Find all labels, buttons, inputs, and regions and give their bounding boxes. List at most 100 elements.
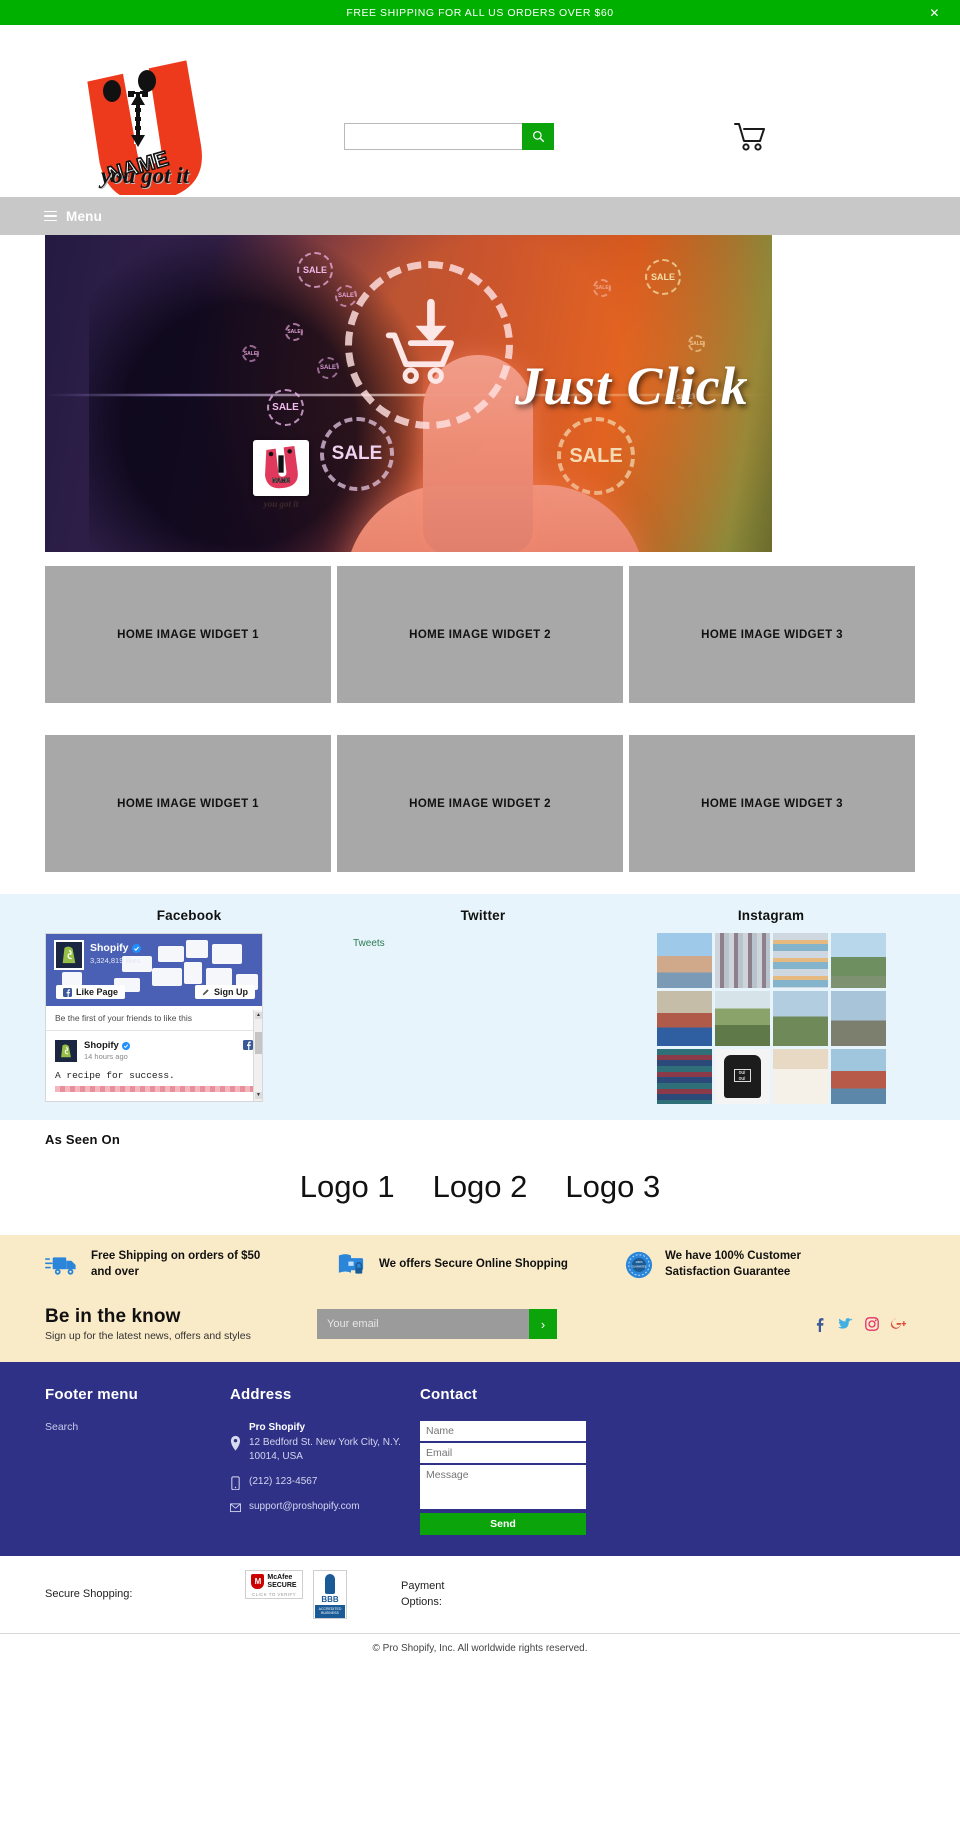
facebook-post-image — [55, 1086, 253, 1092]
hero-banner[interactable]: SALE SALE SALE SALE SALE SALE SALE SALE … — [45, 235, 772, 552]
as-seen-on-section: As Seen On Logo 1 Logo 2 Logo 3 — [0, 1120, 960, 1235]
mcafee-verify-text: CLICK TO VERIFY — [251, 1592, 297, 1598]
hero-headline: Just Click — [515, 356, 749, 416]
partner-logo[interactable]: Logo 3 — [565, 1169, 660, 1205]
logo-tagline: you got it — [100, 163, 190, 188]
menu-toggle-button[interactable]: Menu — [44, 208, 102, 225]
payment-options-label: Payment Options: — [401, 1579, 445, 1609]
mcafee-secure-badge[interactable]: McAfee SECURE CLICK TO VERIFY — [245, 1570, 303, 1600]
facebook-icon — [243, 1040, 253, 1050]
twitter-icon[interactable] — [838, 1317, 853, 1331]
facebook-page-avatar — [54, 940, 84, 970]
instagram-photo[interactable] — [656, 1049, 712, 1104]
facebook-page-name: Shopify — [90, 942, 141, 954]
instagram-grid: oui oui — [627, 933, 915, 1104]
menu-toggle-label: Menu — [66, 208, 103, 224]
feature-satisfaction-guarantee: 100% GUARANTEE We have 100% Customer Sat… — [625, 1249, 915, 1280]
scrollbar-thumb[interactable] — [255, 1032, 262, 1054]
map-pin-icon — [230, 1435, 241, 1451]
announcement-bar: FREE SHIPPING FOR ALL US ORDERS OVER $60… — [0, 0, 960, 25]
footer-email[interactable]: support@proshopify.com — [249, 1500, 360, 1515]
instagram-photo[interactable] — [830, 991, 886, 1046]
secure-shopping-strip: Secure Shopping: McAfee SECURE CLICK TO … — [0, 1555, 960, 1633]
instagram-photo[interactable] — [656, 991, 712, 1046]
sale-badge: SALE — [285, 323, 303, 341]
trust-badges: McAfee SECURE CLICK TO VERIFY BBB ACCRED… — [245, 1570, 347, 1619]
contact-message-input[interactable] — [420, 1465, 586, 1510]
sale-badge: SALE — [297, 252, 333, 288]
sale-badge: SALE — [335, 285, 357, 307]
footer-email-row: support@proshopify.com — [230, 1500, 420, 1515]
site-logo[interactable]: NAME you got it — [72, 55, 212, 195]
newsletter-row: Be in the know Sign up for the latest ne… — [45, 1306, 915, 1342]
instagram-photo[interactable] — [656, 933, 712, 988]
verified-badge-icon — [131, 943, 141, 953]
facebook-post-author: Shopify — [84, 1040, 130, 1051]
facebook-page-widget[interactable]: Shopify 3,324,819 likes Like Page Sign U… — [45, 933, 263, 1102]
shopify-bag-icon — [62, 946, 76, 964]
facebook-like-page-button[interactable]: Like Page — [56, 985, 126, 999]
home-image-widget[interactable]: HOME IMAGE WIDGET 1 — [45, 735, 331, 872]
contact-send-button[interactable]: Send — [420, 1513, 586, 1536]
twitter-tweets-link[interactable]: Tweets — [353, 938, 385, 949]
close-icon[interactable]: ✕ — [929, 7, 940, 19]
instagram-photo[interactable] — [830, 1049, 886, 1104]
partner-logo[interactable]: Logo 2 — [433, 1169, 528, 1205]
bbb-accredited-badge[interactable]: BBB ACCREDITED BUSINESS — [313, 1570, 347, 1619]
newsletter-submit-button[interactable]: › — [529, 1309, 557, 1340]
sale-badge: SALE — [242, 345, 259, 362]
home-image-widget[interactable]: HOME IMAGE WIDGET 2 — [337, 566, 623, 703]
instagram-heading: Instagram — [737, 908, 805, 923]
cart-button[interactable] — [733, 121, 767, 153]
footer-menu-item-search[interactable]: Search — [45, 1421, 230, 1433]
hamburger-icon — [44, 208, 57, 225]
footer-address-block: Pro Shopify 12 Bedford St. New York City… — [230, 1421, 420, 1465]
instagram-photo[interactable] — [772, 933, 828, 988]
instagram-photo[interactable] — [714, 933, 770, 988]
home-image-widget[interactable]: HOME IMAGE WIDGET 3 — [629, 566, 915, 703]
sale-badge-large-left: SALE — [320, 417, 394, 491]
home-image-widget[interactable]: HOME IMAGE WIDGET 3 — [629, 735, 915, 872]
facebook-signup-button[interactable]: Sign Up — [195, 985, 255, 999]
contact-name-input[interactable] — [420, 1421, 586, 1442]
sale-badge: SALE — [645, 259, 681, 295]
instagram-photo[interactable] — [714, 991, 770, 1046]
copyright-bar: © Pro Shopify, Inc. All worldwide rights… — [0, 1632, 960, 1663]
facebook-cover: Shopify 3,324,819 likes Like Page Sign U… — [46, 934, 262, 1006]
instagram-photo[interactable]: oui oui — [714, 1049, 770, 1104]
home-image-widget[interactable]: HOME IMAGE WIDGET 1 — [45, 566, 331, 703]
instagram-photo[interactable] — [772, 991, 828, 1046]
footer-phone[interactable]: (212) 123-4567 — [249, 1475, 317, 1491]
scroll-down-icon[interactable]: ▼ — [255, 1092, 262, 1099]
sale-badge: SALE — [317, 357, 339, 379]
bbb-name: BBB — [321, 1595, 339, 1605]
newsletter-title: Be in the know — [45, 1306, 181, 1328]
search-button[interactable] — [522, 123, 554, 150]
facebook-icon[interactable] — [813, 1317, 826, 1332]
footer-menu-column: Footer menu Search — [45, 1386, 230, 1535]
svg-text:100%: 100% — [635, 1260, 643, 1264]
sale-badge: SALE — [593, 279, 611, 297]
facebook-post-timestamp: 14 hours ago — [84, 1052, 128, 1061]
footer-menu-heading: Footer menu — [45, 1386, 139, 1404]
instagram-photo[interactable] — [830, 933, 886, 988]
search-input[interactable] — [344, 123, 522, 150]
twitter-column: Twitter Tweets — [333, 908, 627, 1104]
google-plus-icon[interactable] — [891, 1317, 907, 1331]
newsletter-email-input[interactable] — [317, 1309, 529, 1340]
mcafee-brand: McAfee — [267, 1574, 293, 1582]
newsletter-subtitle: Sign up for the latest news, offers and … — [45, 1330, 251, 1343]
facebook-post: Shopify 14 hours ago A recipe for succes… — [46, 1031, 262, 1101]
instagram-icon[interactable] — [865, 1317, 879, 1331]
home-image-widget[interactable]: HOME IMAGE WIDGET 2 — [337, 735, 623, 872]
logo-magnet-icon-small: NAME — [265, 446, 298, 489]
instagram-column: Instagram oui oui — [627, 908, 915, 1104]
facebook-heading: Facebook — [156, 908, 222, 923]
facebook-scrollbar[interactable]: ▲ ▼ — [253, 1010, 262, 1101]
partner-logo[interactable]: Logo 1 — [300, 1169, 395, 1205]
contact-email-input[interactable] — [420, 1443, 586, 1464]
scroll-up-icon[interactable]: ▲ — [255, 1012, 262, 1019]
instagram-photo[interactable] — [772, 1049, 828, 1104]
hero-section: SALE SALE SALE SALE SALE SALE SALE SALE … — [0, 235, 960, 552]
verified-badge-icon — [121, 1041, 130, 1050]
